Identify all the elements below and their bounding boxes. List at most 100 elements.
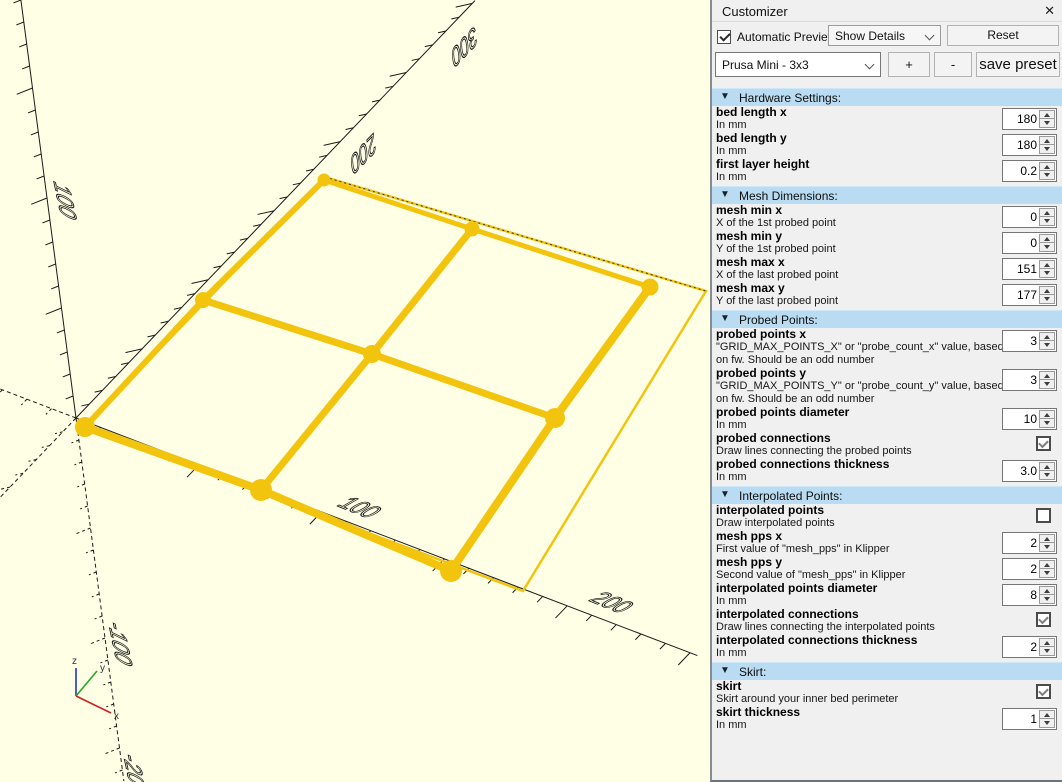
spinbox-value[interactable]: 3 [1005,370,1037,390]
collapse-triangle-icon[interactable]: ▼ [720,489,730,500]
spinbox-value[interactable]: 10 [1005,409,1037,429]
spin-down-icon[interactable] [1040,471,1054,479]
collapse-triangle-icon[interactable]: ▼ [720,665,730,676]
collapse-triangle-icon[interactable]: ▼ [720,189,730,200]
spin-down-icon[interactable] [1040,243,1054,251]
parameter-checkbox[interactable] [1036,684,1051,699]
section-header[interactable]: ▼ Hardware Settings: [712,88,1062,106]
preset-dropdown[interactable]: Prusa Mini - 3x3 [715,52,881,77]
spin-down-icon[interactable] [1040,171,1054,179]
spin-down-icon[interactable] [1040,569,1054,577]
spinbox-value[interactable]: 2 [1005,559,1037,579]
spin-up-icon[interactable] [1040,137,1054,145]
spin-up-icon[interactable] [1040,711,1054,719]
parameter-description: In mm [716,719,747,731]
spinbox-value[interactable]: 3.0 [1005,461,1037,481]
value-spinbox[interactable]: 2 [1002,558,1057,580]
spin-down-icon[interactable] [1040,145,1054,153]
spinbox-value[interactable]: 1 [1005,709,1037,729]
spin-down-icon[interactable] [1040,647,1054,655]
spinner [1039,534,1055,552]
remove-preset-button[interactable]: - [934,52,972,77]
value-spinbox[interactable]: 180 [1002,134,1057,156]
parameter-checkbox[interactable] [1036,612,1051,627]
spin-down-icon[interactable] [1040,419,1054,427]
collapse-triangle-icon[interactable]: ▼ [720,91,730,102]
spin-up-icon[interactable] [1040,411,1054,419]
spin-down-icon[interactable] [1040,595,1054,603]
value-spinbox[interactable]: 2 [1002,532,1057,554]
collapse-triangle-icon[interactable]: ▼ [720,313,730,324]
automatic-preview-checkbox[interactable] [717,30,731,44]
parameter-name: skirt [716,679,742,693]
value-spinbox[interactable]: 180 [1002,108,1057,130]
spin-up-icon[interactable] [1040,372,1054,380]
spinbox-value[interactable]: 2 [1005,637,1037,657]
value-spinbox[interactable]: 151 [1002,258,1057,280]
spinbox-value[interactable]: 180 [1005,135,1037,155]
spin-up-icon[interactable] [1040,209,1054,217]
value-spinbox[interactable]: 3 [1002,369,1057,391]
value-spinbox[interactable]: 0 [1002,206,1057,228]
spinbox-value[interactable]: 8 [1005,585,1037,605]
spin-up-icon[interactable] [1040,333,1054,341]
value-spinbox[interactable]: 8 [1002,584,1057,606]
parameter-checkbox[interactable] [1036,508,1051,523]
section-header[interactable]: ▼ Mesh Dimensions: [712,186,1062,204]
value-spinbox[interactable]: 3.0 [1002,460,1057,482]
parameter-row: skirt thickness In mm 1 [712,706,1062,732]
spin-down-icon[interactable] [1040,295,1054,303]
value-spinbox[interactable]: 2 [1002,636,1057,658]
value-spinbox[interactable]: 0 [1002,232,1057,254]
spinbox-value[interactable]: 177 [1005,285,1037,305]
spin-up-icon[interactable] [1040,587,1054,595]
value-spinbox[interactable]: 177 [1002,284,1057,306]
spinner [1039,234,1055,252]
spin-down-icon[interactable] [1040,719,1054,727]
value-spinbox[interactable]: 3 [1002,330,1057,352]
spin-down-icon[interactable] [1040,217,1054,225]
spin-down-icon[interactable] [1040,269,1054,277]
details-dropdown[interactable]: Show Details [828,25,941,46]
reset-button[interactable]: Reset [947,25,1059,46]
spin-up-icon[interactable] [1040,235,1054,243]
spin-up-icon[interactable] [1040,639,1054,647]
spinbox-value[interactable]: 0 [1005,233,1037,253]
value-spinbox[interactable]: 1 [1002,708,1057,730]
spinbox-value[interactable]: 180 [1005,109,1037,129]
spinbox-value[interactable]: 0 [1005,207,1037,227]
spinbox-value[interactable]: 151 [1005,259,1037,279]
spinner [1039,260,1055,278]
spinner [1039,162,1055,180]
3d-viewport[interactable]: 100200200300100-100-200zyx [0,0,710,782]
spin-up-icon[interactable] [1040,111,1054,119]
spin-down-icon[interactable] [1040,543,1054,551]
section-header[interactable]: ▼ Interpolated Points: [712,486,1062,504]
spinbox-value[interactable]: 0.2 [1005,161,1037,181]
spin-up-icon[interactable] [1040,463,1054,471]
spin-down-icon[interactable] [1040,341,1054,349]
spinbox-value[interactable]: 2 [1005,533,1037,553]
close-icon[interactable]: ✕ [1044,3,1055,19]
spin-down-icon[interactable] [1040,119,1054,127]
spin-up-icon[interactable] [1040,535,1054,543]
save-preset-button[interactable]: save preset [976,52,1060,77]
spinner [1039,136,1055,154]
spin-up-icon[interactable] [1040,163,1054,171]
parameter-checkbox[interactable] [1036,436,1051,451]
value-spinbox[interactable]: 0.2 [1002,160,1057,182]
parameter-name: interpolated connections [716,607,859,621]
section-title: Hardware Settings: [739,91,842,105]
add-preset-button[interactable]: + [888,52,930,77]
spinner [1039,638,1055,656]
spinbox-value[interactable]: 3 [1005,331,1037,351]
spin-up-icon[interactable] [1040,287,1054,295]
spin-up-icon[interactable] [1040,561,1054,569]
value-spinbox[interactable]: 10 [1002,408,1057,430]
section-header[interactable]: ▼ Probed Points: [712,310,1062,328]
parameter-row: interpolated points Draw interpolated poi… [712,504,1062,530]
spin-down-icon[interactable] [1040,380,1054,388]
spin-up-icon[interactable] [1040,261,1054,269]
section-header[interactable]: ▼ Skirt: [712,662,1062,680]
probed-point [317,173,331,187]
